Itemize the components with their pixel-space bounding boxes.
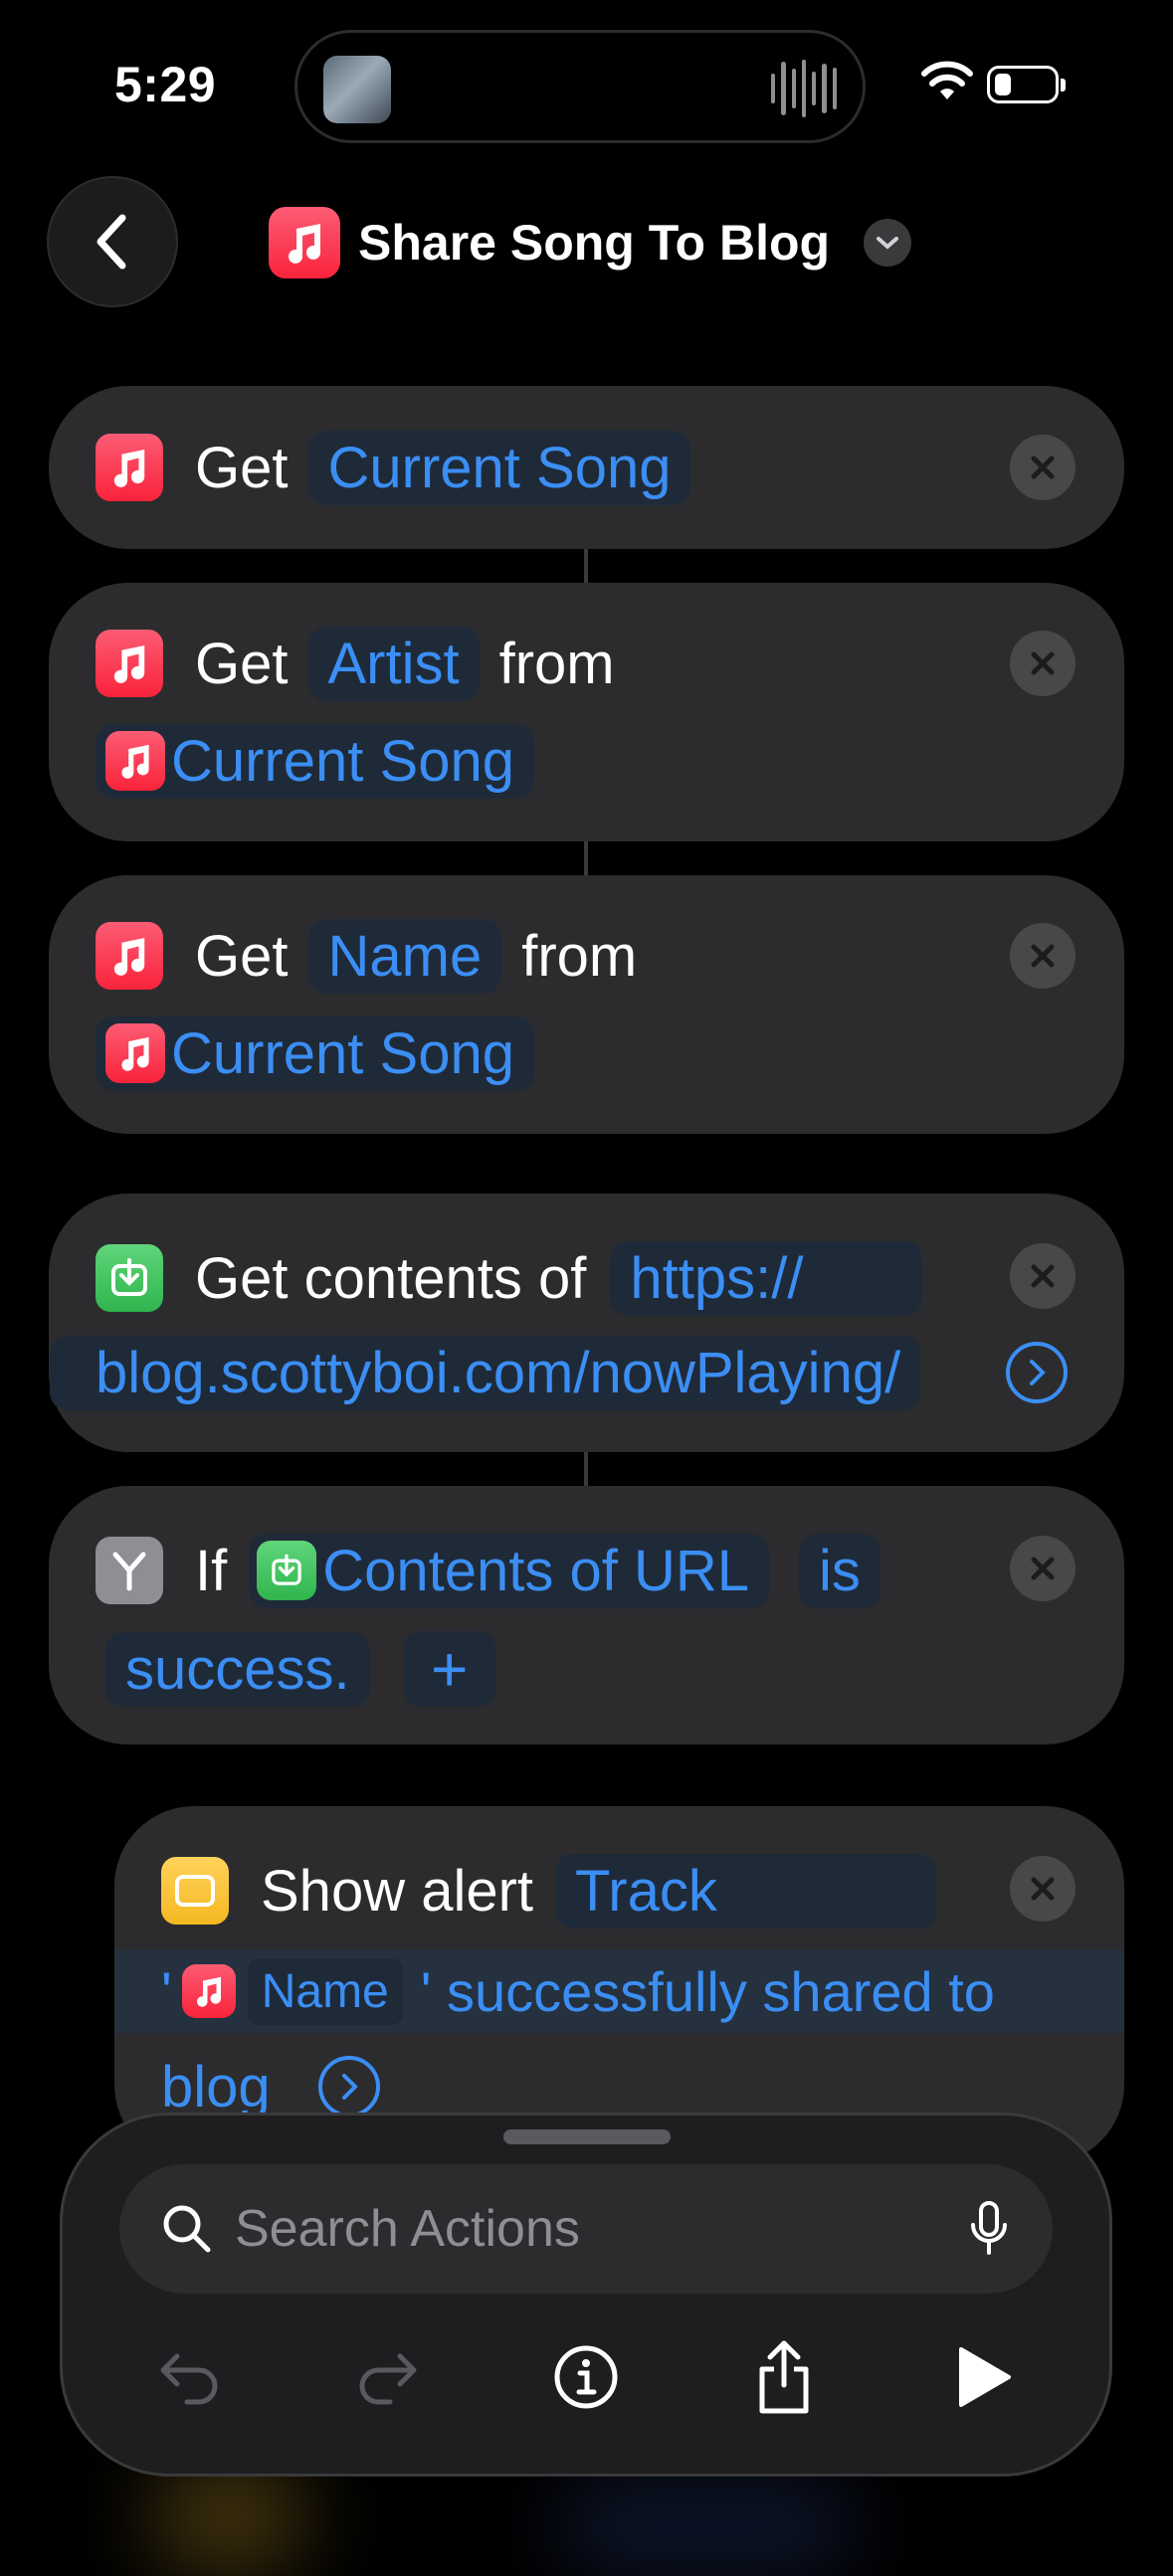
search-icon (163, 2205, 211, 2253)
parameter-token[interactable]: Artist (307, 626, 480, 701)
shortcut-title-menu[interactable]: Share Song To Blog (269, 207, 912, 278)
alert-icon (161, 1857, 229, 1925)
search-actions-field[interactable]: Search Actions (119, 2164, 1053, 2294)
music-note-icon (96, 630, 163, 697)
close-icon (1031, 456, 1055, 479)
run-shortcut-button[interactable] (939, 2332, 1029, 2422)
action-connector-word: from (521, 923, 638, 989)
info-icon (554, 2345, 618, 2409)
action-row: Show alert Track (161, 1853, 942, 1929)
action-row: success. + (105, 1629, 495, 1709)
action-row: Get Current Song (96, 430, 696, 505)
remove-action-button[interactable] (1010, 923, 1075, 989)
variable-label: Current Song (171, 1020, 514, 1086)
alert-text-part: blog (161, 2054, 271, 2119)
action-row: Get Artist from (96, 626, 615, 701)
action-row: Current Song (96, 723, 540, 799)
close-icon (1031, 1557, 1055, 1580)
download-icon (257, 1541, 317, 1600)
variable-token[interactable]: Current Song (96, 1015, 534, 1091)
variable-token[interactable]: Contents of URL (249, 1533, 770, 1608)
remove-action-button[interactable] (1010, 435, 1075, 500)
download-icon (96, 1244, 163, 1312)
action-row: Current Song (96, 1015, 540, 1091)
music-note-icon (181, 1964, 236, 2018)
variable-label: Contents of URL (322, 1538, 750, 1603)
back-button[interactable] (47, 176, 178, 307)
variable-label[interactable]: Name (247, 1957, 403, 2025)
sheet-grabber[interactable] (503, 2129, 671, 2144)
info-button[interactable] (541, 2332, 631, 2422)
close-icon (1031, 944, 1055, 968)
branch-icon (96, 1537, 163, 1604)
chevron-left-icon (97, 214, 126, 270)
url-token-continued[interactable]: blog.scottyboi.com/nowPlaying/ (50, 1335, 921, 1410)
action-get-artist[interactable] (49, 583, 1124, 841)
undo-button[interactable] (145, 2332, 235, 2422)
chevron-right-icon (341, 2074, 358, 2100)
action-get-contents-of-url[interactable] (49, 1194, 1124, 1452)
action-row: Get contents of https:// (96, 1240, 928, 1316)
action-row: blog.scottyboi.com/nowPlaying/ (50, 1335, 926, 1410)
close-icon (1031, 1264, 1055, 1288)
action-keyword: Get (195, 923, 289, 989)
alert-text-token[interactable]: Track (555, 1853, 936, 1929)
music-note-icon (105, 1023, 165, 1083)
search-input[interactable]: Search Actions (235, 2199, 969, 2259)
play-icon (959, 2347, 1011, 2407)
variable-token[interactable]: Current Song (96, 723, 534, 799)
status-time: 5:29 (114, 57, 217, 112)
parameter-token[interactable]: Name (307, 918, 502, 994)
battery-icon (987, 66, 1066, 103)
add-condition-button[interactable]: + (403, 1631, 495, 1707)
redo-icon (359, 2353, 417, 2405)
chevron-right-icon (1030, 1360, 1046, 1385)
music-note-icon (96, 434, 163, 501)
share-button[interactable] (739, 2332, 829, 2422)
remove-action-button[interactable] (1010, 1243, 1075, 1309)
wifi-icon (921, 61, 973, 99)
undo-icon (160, 2353, 218, 2405)
parameter-token[interactable]: Current Song (307, 430, 691, 505)
action-keyword: Get (195, 435, 289, 500)
action-row: If Contents of URL is (96, 1533, 886, 1608)
redo-button[interactable] (342, 2332, 432, 2422)
url-token[interactable]: https:// (610, 1240, 923, 1316)
action-row: Get Name from (96, 918, 638, 994)
action-connector (584, 549, 588, 583)
expand-action-button[interactable] (1006, 1342, 1068, 1403)
close-icon (1031, 1877, 1055, 1901)
remove-action-button[interactable] (1010, 631, 1075, 696)
now-playing-artwork (323, 56, 391, 123)
alert-text-part: ' (161, 1959, 172, 2023)
action-connector (584, 841, 588, 875)
action-keyword: Show alert (261, 1858, 534, 1924)
action-keyword: If (195, 1538, 228, 1603)
variable-label: Current Song (171, 728, 514, 794)
share-icon (759, 2340, 809, 2414)
action-keyword: Get (195, 631, 289, 696)
microphone-icon[interactable] (969, 2201, 1009, 2257)
expand-action-button[interactable] (317, 2056, 380, 2117)
music-note-icon (96, 922, 163, 990)
music-note-icon (269, 207, 340, 278)
background-glow (557, 2477, 856, 2576)
action-connector-word: from (498, 631, 615, 696)
alert-text-part: ' successfully shared to (420, 1959, 995, 2023)
remove-action-button[interactable] (1010, 1536, 1075, 1601)
action-keyword: Get contents of (195, 1245, 587, 1311)
audio-waveform-icon (771, 58, 837, 119)
remove-action-button[interactable] (1010, 1856, 1075, 1922)
music-note-icon (105, 731, 165, 791)
action-get-name[interactable] (49, 875, 1124, 1134)
shortcut-title: Share Song To Blog (358, 215, 831, 271)
condition-value-token[interactable]: success. (105, 1631, 370, 1707)
action-connector (584, 1452, 588, 1486)
close-icon (1031, 651, 1055, 675)
condition-token[interactable]: is (799, 1533, 880, 1608)
action-row: ' Name ' successfully shared to (161, 1951, 995, 2031)
chevron-down-icon[interactable] (864, 219, 912, 267)
